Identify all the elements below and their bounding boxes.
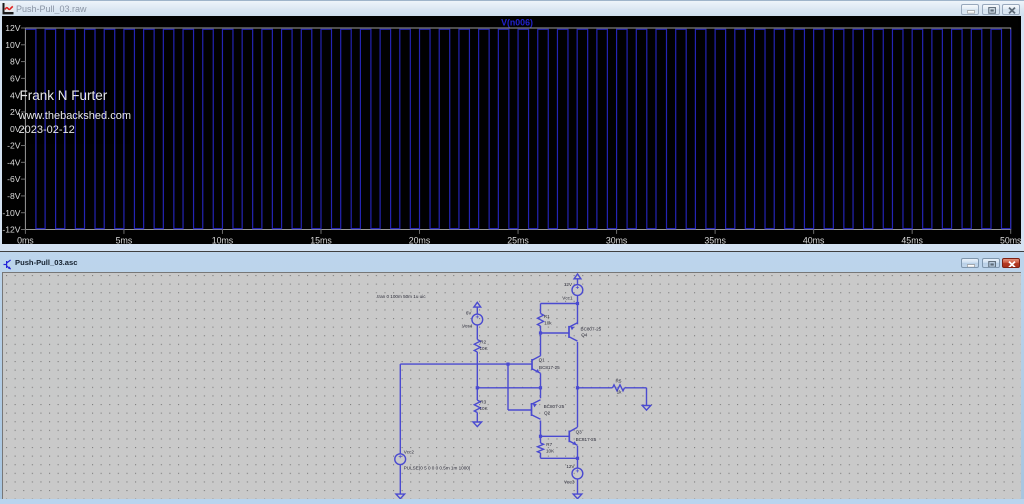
svg-text:0ms: 0ms [17, 235, 34, 244]
svg-text:-8V: -8V [7, 191, 21, 201]
svg-text:Q3: Q3 [576, 429, 583, 434]
svg-text:-10V: -10V [2, 208, 20, 218]
svg-text:-4V: -4V [7, 157, 21, 167]
svg-text:Vee3: Vee3 [564, 479, 575, 484]
svg-text:12V: 12V [566, 464, 575, 469]
svg-text:-12V: -12V [2, 225, 20, 235]
svg-text:6V: 6V [466, 310, 473, 315]
svg-text:20ms: 20ms [409, 235, 431, 244]
svg-text:45ms: 45ms [901, 235, 923, 244]
svg-text:10k: 10k [544, 320, 552, 325]
svg-text:5ms: 5ms [116, 235, 133, 244]
svg-text:www.thebackshed.com: www.thebackshed.com [18, 110, 132, 122]
svg-text:-6V: -6V [7, 174, 21, 184]
svg-text:Vcc1: Vcc1 [562, 295, 573, 300]
svg-text:10V: 10V [5, 40, 21, 50]
svg-text:30ms: 30ms [606, 235, 628, 244]
svg-text:10K: 10K [480, 406, 489, 411]
svg-text:10ms: 10ms [212, 235, 234, 244]
svg-text:Q1: Q1 [539, 357, 546, 362]
svg-text:12V: 12V [5, 23, 21, 33]
svg-text:Q2: Q2 [544, 410, 551, 415]
svg-text:R3: R3 [480, 399, 486, 404]
svg-text:V(n006): V(n006) [501, 18, 533, 28]
svg-text:R5: R5 [616, 378, 622, 383]
svg-text:BC817-25: BC817-25 [539, 365, 560, 370]
svg-text:10K: 10K [546, 448, 555, 453]
svg-text:R1: R1 [544, 314, 550, 319]
svg-text:10K: 10K [480, 345, 489, 350]
svg-text:15ms: 15ms [310, 235, 332, 244]
svg-text:-2V: -2V [7, 141, 21, 151]
svg-text:Vos4: Vos4 [462, 323, 473, 328]
svg-text:BC807-25: BC807-25 [544, 404, 565, 409]
svg-text:PULSE(0 5 0 0 0 0.5m 1m 1000): PULSE(0 5 0 0 0 0.5m 1m 1000) [404, 465, 471, 470]
svg-text:Frank N Furter: Frank N Furter [20, 88, 108, 103]
svg-text:BC807-25: BC807-25 [581, 326, 602, 331]
svg-text:Q4: Q4 [581, 332, 588, 337]
svg-text:R2: R2 [480, 339, 486, 344]
svg-text:.tran 0 100m 50m 1u uic: .tran 0 100m 50m 1u uic [376, 294, 426, 299]
svg-text:12V: 12V [564, 281, 573, 286]
svg-text:35ms: 35ms [704, 235, 726, 244]
svg-text:25ms: 25ms [507, 235, 529, 244]
svg-text:1k: 1k [617, 389, 623, 394]
svg-text:6V: 6V [10, 73, 21, 83]
svg-text:R7: R7 [546, 442, 552, 447]
svg-text:2023-02-12: 2023-02-12 [19, 124, 75, 136]
svg-text:8V: 8V [10, 57, 21, 67]
svg-text:40ms: 40ms [803, 235, 825, 244]
svg-text:50ms: 50ms [1000, 235, 1021, 244]
svg-text:BC817-25: BC817-25 [576, 436, 597, 441]
svg-text:Vcc2: Vcc2 [404, 449, 415, 454]
